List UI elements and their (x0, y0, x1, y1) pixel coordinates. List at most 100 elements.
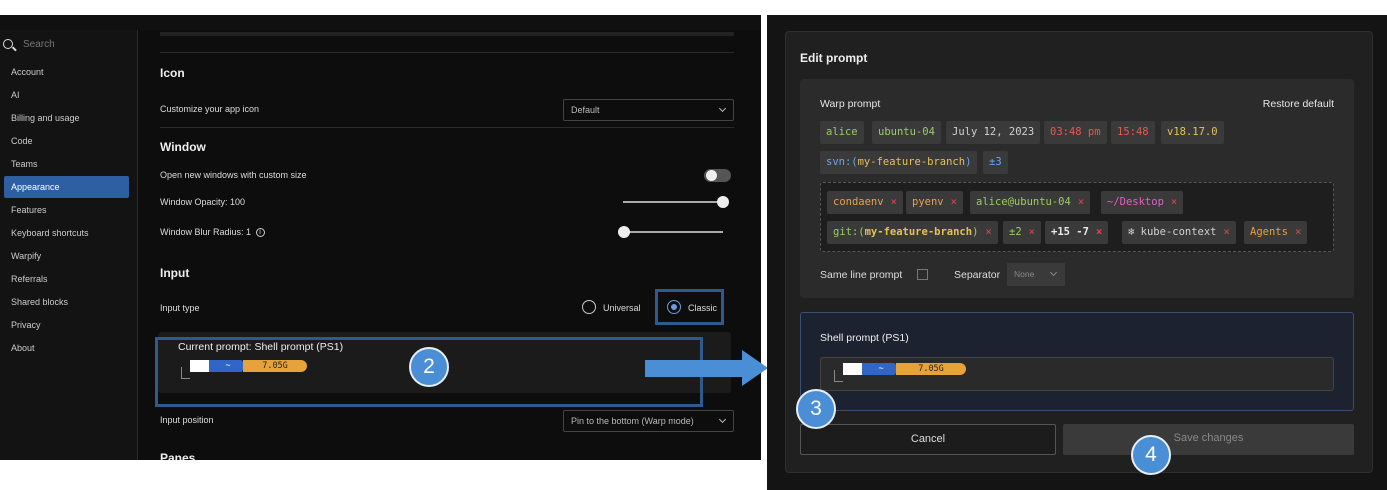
sidebar-item-privacy[interactable]: Privacy (4, 314, 129, 336)
search-icon (3, 39, 13, 49)
save-changes-button[interactable]: Save changes (1063, 424, 1354, 455)
remove-icon[interactable]: × (1224, 226, 1230, 238)
input-position-label: Input position (160, 415, 214, 425)
same-line-checkbox[interactable] (917, 269, 928, 280)
chip-diff-stats[interactable]: +15 -7 × (1045, 221, 1109, 244)
blur-slider[interactable] (623, 231, 723, 233)
screenshot-root: Search Account AI Billing and usage Code… (0, 0, 1387, 490)
remove-icon[interactable]: × (1078, 196, 1084, 208)
separator-select[interactable]: None (1007, 263, 1065, 286)
sidebar-item-referrals[interactable]: Referrals (4, 268, 129, 290)
chip-condaenv[interactable]: condaenv × (827, 191, 903, 214)
preview-chip-svn[interactable]: svn:(my-feature-branch) (820, 151, 978, 174)
chip-git-changes[interactable]: ±2 × (1003, 221, 1041, 244)
panes-section-title: Panes (160, 451, 196, 460)
preview-chip-node-version[interactable]: v18.17.0 (1161, 121, 1224, 144)
search-input[interactable]: Search (23, 39, 55, 50)
callout-4: 4 (1131, 435, 1171, 475)
remove-icon[interactable]: × (1171, 196, 1177, 208)
chip-label: condaenv (833, 196, 884, 208)
custom-size-toggle[interactable] (704, 169, 731, 182)
custom-size-label: Open new windows with custom size (160, 170, 307, 180)
sidebar-item-account[interactable]: Account (4, 61, 129, 83)
blur-slider-handle[interactable] (618, 226, 630, 238)
chip-git-branch[interactable]: git:(my-feature-branch) × (827, 221, 998, 244)
remove-icon[interactable]: × (891, 196, 897, 208)
search-box[interactable]: Search (0, 37, 138, 55)
preview-chip-host[interactable]: ubuntu-04 (872, 121, 941, 144)
chip-label: ❄ kube-context (1128, 226, 1217, 238)
modal-title: Edit prompt (800, 51, 868, 65)
toggle-knob (706, 170, 717, 181)
sidebar-item-warpify[interactable]: Warpify (4, 245, 129, 267)
preview-chip-date[interactable]: July 12, 2023 (946, 121, 1041, 144)
customize-icon-label: Customize your app icon (160, 104, 260, 114)
preview-chip-time24[interactable]: 15:48 (1111, 121, 1155, 144)
sidebar-item-about[interactable]: About (4, 337, 129, 359)
remove-icon[interactable]: × (951, 196, 957, 208)
chip-user-at-host[interactable]: alice@ubuntu-04 × (970, 191, 1091, 214)
app-icon-select[interactable]: Default (563, 99, 734, 121)
remove-icon[interactable]: × (1029, 226, 1035, 238)
info-icon[interactable]: i (255, 228, 265, 238)
blur-label: Window Blur Radius: 1 i (160, 227, 265, 238)
window-section-title: Window (160, 140, 206, 154)
chip-label: +15 -7 (1051, 226, 1089, 238)
ps1-preview: ~ 7.05G (843, 363, 966, 375)
sidebar-item-shared-blocks[interactable]: Shared blocks (4, 291, 129, 313)
chip-kube-context[interactable]: ❄ kube-context × (1122, 221, 1236, 244)
shell-prompt-label: Shell prompt (PS1) (820, 332, 909, 344)
ps1-segment-disk: 7.05G (896, 363, 966, 375)
chip-label: pyenv (912, 196, 944, 208)
edit-prompt-modal: Edit prompt Warp prompt Restore default … (785, 31, 1373, 473)
sidebar-item-code[interactable]: Code (4, 130, 129, 152)
sidebar-item-keyboard-shortcuts[interactable]: Keyboard shortcuts (4, 222, 129, 244)
remove-icon[interactable]: × (1096, 226, 1102, 238)
cancel-button[interactable]: Cancel (800, 424, 1056, 455)
arrow-shaft (645, 360, 745, 377)
chip-pyenv[interactable]: pyenv × (906, 191, 963, 214)
transition-arrow (645, 350, 768, 386)
remove-icon[interactable]: × (1295, 226, 1301, 238)
callout-3: 3 (796, 389, 836, 429)
restore-default-button[interactable]: Restore default (1263, 98, 1334, 110)
opacity-slider-handle[interactable] (717, 196, 729, 208)
settings-window: Search Account AI Billing and usage Code… (0, 15, 761, 460)
separator-value: None (1014, 269, 1035, 279)
icon-section-title: Icon (160, 66, 185, 80)
chevron-down-icon (1049, 268, 1058, 277)
classic-highlight-box (655, 289, 724, 325)
settings-sidebar: Search Account AI Billing and usage Code… (0, 15, 138, 460)
sidebar-item-features[interactable]: Features (4, 199, 129, 221)
ps1-segment-user (843, 363, 862, 375)
prompt-cursor (834, 370, 843, 382)
same-line-label: Same line prompt (820, 269, 903, 281)
shell-prompt-preview-area: ~ 7.05G (820, 357, 1334, 391)
sidebar-item-teams[interactable]: Teams (4, 153, 129, 175)
sidebar-item-ai[interactable]: AI (4, 84, 129, 106)
app-icon-value: Default (571, 105, 600, 115)
warp-prompt-panel: Warp prompt Restore default alice ubuntu… (800, 79, 1354, 298)
universal-label: Universal (603, 303, 641, 313)
universal-radio[interactable] (582, 300, 596, 314)
sidebar-item-billing[interactable]: Billing and usage (4, 107, 129, 129)
chevron-down-icon (718, 415, 727, 424)
preview-chip-time12[interactable]: 03:48 pm (1044, 121, 1107, 144)
chip-label: alice@ubuntu-04 (976, 196, 1071, 208)
chip-cwd[interactable]: ~/Desktop × (1101, 191, 1184, 214)
separator-label: Separator (954, 269, 1001, 281)
preview-chip-user[interactable]: alice (820, 121, 864, 144)
preview-chip-svn-changes[interactable]: ±3 (983, 151, 1008, 174)
input-type-label: Input type (160, 303, 200, 313)
input-position-value: Pin to the bottom (Warp mode) (571, 416, 694, 426)
sidebar-item-appearance[interactable]: Appearance (4, 176, 129, 198)
opacity-slider[interactable] (623, 201, 723, 203)
window-top-strip (0, 15, 761, 30)
input-position-select[interactable]: Pin to the bottom (Warp mode) (563, 410, 734, 432)
ps1-segment-path: ~ (862, 363, 900, 375)
chip-agents[interactable]: Agents × (1244, 221, 1308, 244)
chip-label: ±2 (1009, 226, 1022, 238)
input-section-title: Input (160, 266, 190, 280)
remove-icon[interactable]: × (985, 226, 991, 238)
shell-prompt-option[interactable]: Shell prompt (PS1) ~ 7.05G (800, 312, 1354, 411)
